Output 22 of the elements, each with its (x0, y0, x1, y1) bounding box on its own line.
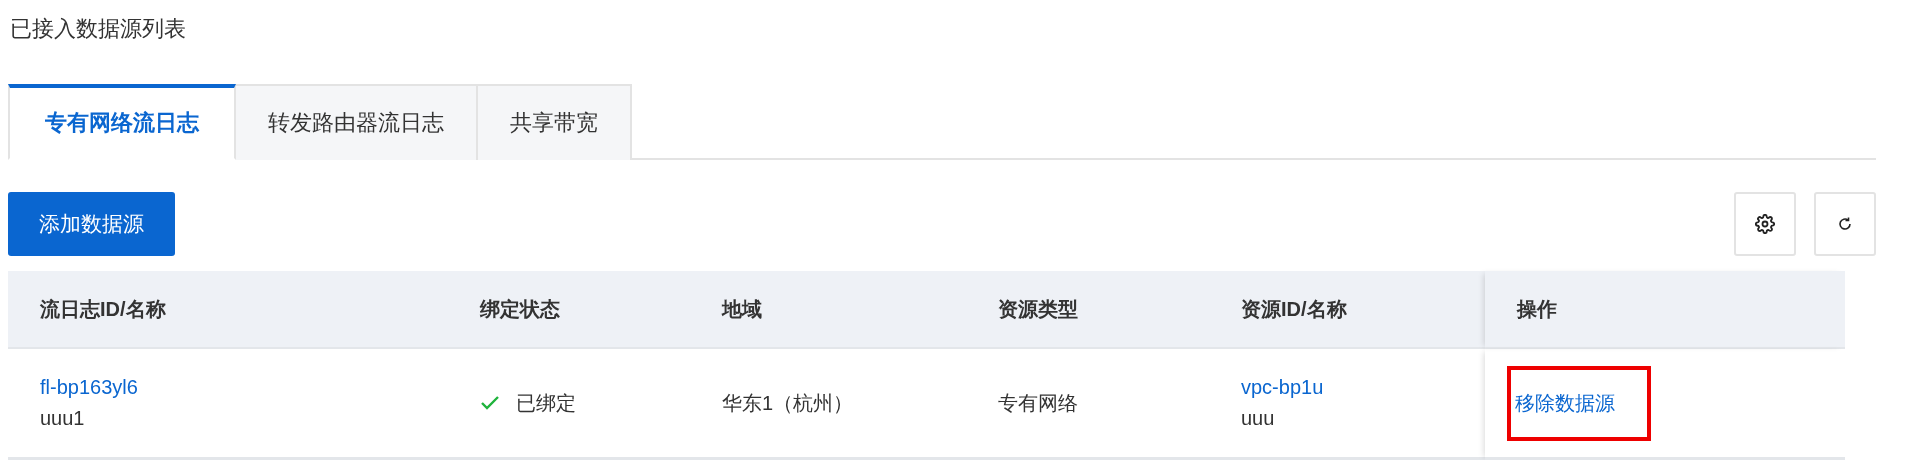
refresh-icon (1837, 216, 1853, 232)
add-data-source-button[interactable]: 添加数据源 (8, 192, 175, 256)
column-header: 绑定状态 (448, 271, 690, 349)
table-cell-text: uuu (1241, 407, 1276, 430)
settings-icon (1755, 214, 1775, 234)
table-cell-text: uuu1 (40, 407, 86, 430)
settings-button[interactable] (1734, 192, 1796, 256)
tab[interactable]: 共享带宽 (478, 84, 632, 160)
table-cell-text: 专有网络 (998, 390, 1079, 416)
remove-data-source-link[interactable]: 移除数据源 (1507, 365, 1651, 441)
column-header: 地域 (690, 271, 966, 349)
flow-log-id-link[interactable]: fl-bp163yl6 (40, 376, 138, 399)
tab[interactable]: 转发路由器流日志 (236, 84, 478, 160)
table-cell-text: 华东1（杭州） (722, 390, 855, 416)
column-header: 资源类型 (966, 271, 1209, 349)
table-cell-text: 已绑定 (516, 390, 576, 416)
resource-id-link[interactable]: vpc-bp1u (1241, 376, 1324, 399)
page-title: 已接入数据源列表 (9, 15, 187, 43)
column-header: 操作 (1485, 271, 1845, 349)
column-header: 流日志ID/名称 (8, 271, 448, 349)
column-header: 资源ID/名称 (1209, 271, 1485, 349)
tab[interactable]: 专有网络流日志 (8, 84, 236, 160)
